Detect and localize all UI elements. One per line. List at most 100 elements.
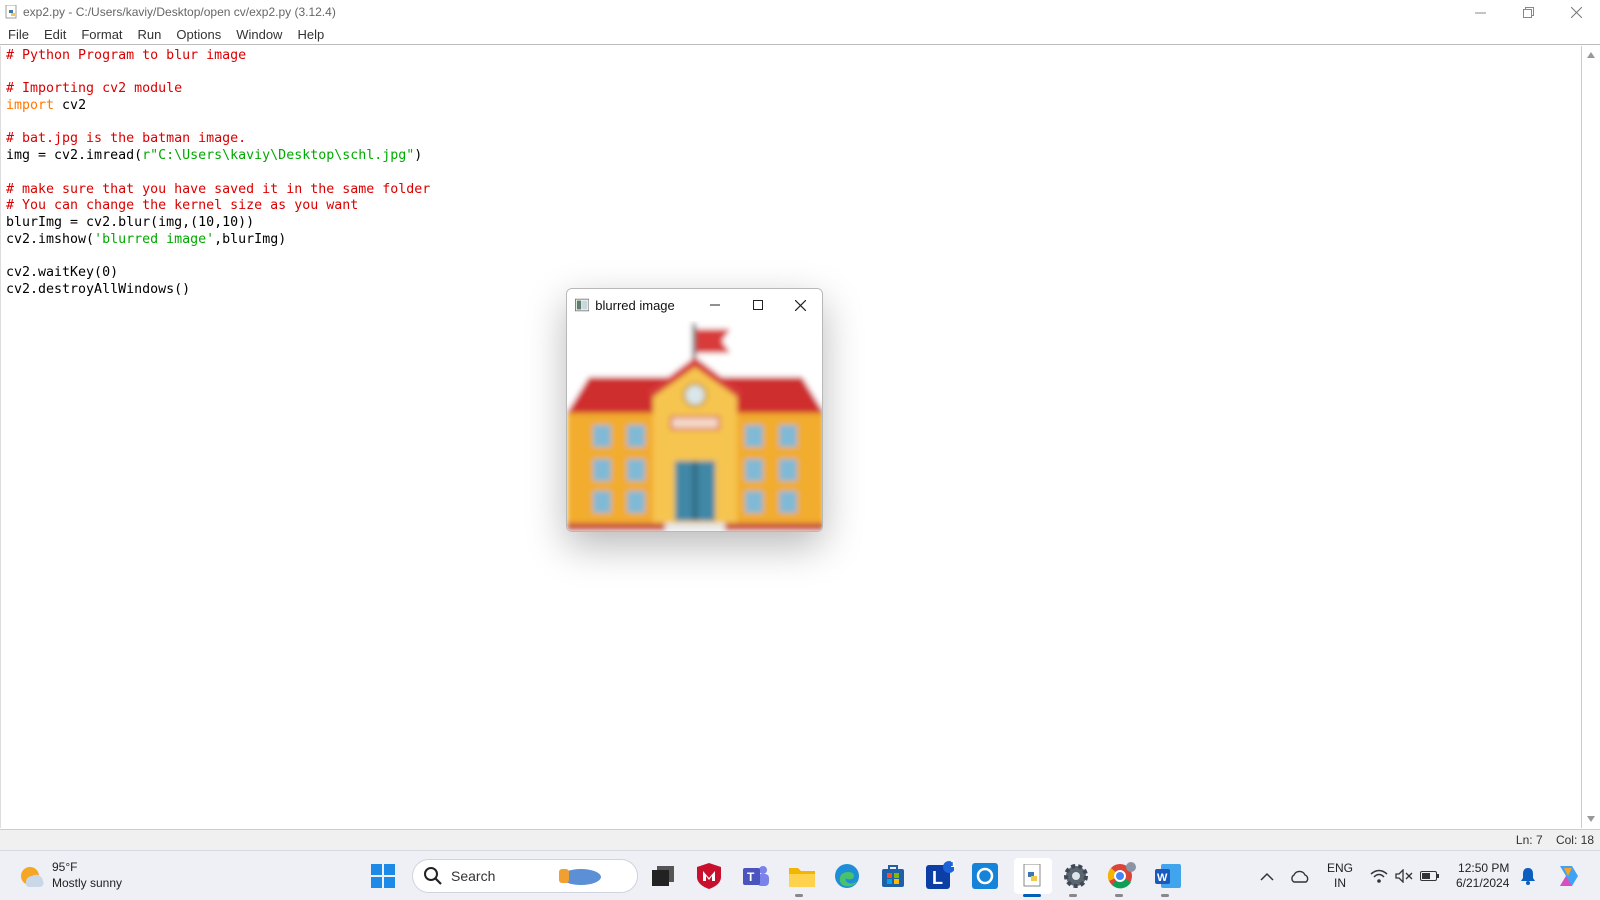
menu-format[interactable]: Format	[81, 27, 122, 42]
code-token: )	[414, 148, 423, 164]
task-view-icon	[652, 866, 674, 886]
code-text[interactable]: # Python Program to blur image # Importi…	[6, 48, 430, 298]
svg-text:T: T	[747, 870, 755, 884]
code-token: cv2.destroyAllWindows()	[6, 281, 191, 297]
code-line[interactable]: # bat.jpg is the batman image.	[6, 131, 430, 148]
language-bottom: IN	[1334, 876, 1346, 890]
close-icon	[795, 299, 807, 311]
code-token: # You can change the kernel size as you …	[6, 198, 359, 214]
code-token: # Importing cv2 module	[6, 81, 183, 97]
code-line[interactable]: cv2.waitKey(0)	[6, 265, 430, 282]
weather-widget[interactable]: 95°F Mostly sunny	[18, 859, 122, 891]
svg-text:W: W	[1157, 872, 1168, 884]
code-line[interactable]	[6, 248, 430, 265]
menu-window[interactable]: Window	[236, 27, 282, 42]
volume-tray[interactable]	[1395, 851, 1413, 900]
mcafee-app[interactable]	[693, 860, 725, 892]
menu-edit[interactable]: Edit	[44, 27, 66, 42]
wifi-icon	[1370, 869, 1388, 883]
status-bar: Ln: 7 Col: 18	[0, 829, 1600, 850]
settings-running-indicator	[1069, 894, 1077, 897]
microsoft-store-app[interactable]	[877, 860, 909, 892]
popup-close-button[interactable]	[779, 289, 822, 321]
minimize-icon	[709, 304, 720, 306]
weather-description: Mostly sunny	[52, 876, 123, 890]
minimize-button[interactable]	[1456, 0, 1504, 24]
code-token: r"C:\Users\kaviy\Desktop\schl.jpg"	[142, 148, 415, 164]
teams-icon: T	[743, 866, 769, 886]
mcafee-shield-icon	[697, 863, 721, 889]
scroll-up-arrow[interactable]	[1587, 52, 1595, 58]
blurred-image-window[interactable]: blurred image	[566, 288, 823, 532]
edge-app[interactable]	[831, 860, 863, 892]
menu-run[interactable]: Run	[138, 27, 162, 42]
copilot-tray[interactable]	[1554, 851, 1582, 900]
windows-logo-icon	[371, 864, 395, 888]
code-token: # Python Program to blur image	[6, 48, 247, 63]
volume-muted-icon	[1395, 869, 1413, 883]
code-line[interactable]	[6, 165, 430, 182]
taskbar-search[interactable]: Search	[412, 859, 638, 893]
menu-bar: File Edit Format Run Options Window Help	[0, 24, 1600, 45]
clock-time: 12:50 PM	[1458, 861, 1510, 875]
code-line[interactable]: import cv2	[6, 98, 430, 115]
system-tray	[1260, 851, 1274, 900]
edge-browser-icon	[835, 864, 859, 888]
explorer-running-indicator	[795, 894, 803, 897]
network-tray[interactable]	[1370, 851, 1388, 900]
notifications-tray[interactable]	[1520, 851, 1536, 900]
code-line[interactable]: # Importing cv2 module	[6, 81, 430, 98]
weather-temp: 95°F	[52, 860, 78, 874]
menu-options[interactable]: Options	[176, 27, 221, 42]
menu-help[interactable]: Help	[297, 27, 324, 42]
task-view-button[interactable]	[647, 860, 679, 892]
window-title: exp2.py - C:/Users/kaviy/Desktop/open cv…	[23, 5, 336, 19]
code-token: 'blurred image'	[94, 231, 215, 247]
restore-button[interactable]	[1504, 0, 1552, 24]
bell-icon	[1521, 868, 1535, 885]
start-button[interactable]	[367, 860, 399, 892]
code-line[interactable]: blurImg = cv2.blur(img,(10,10))	[6, 215, 430, 232]
menu-file[interactable]: File	[8, 27, 29, 42]
code-line[interactable]: # make sure that you have saved it in th…	[6, 182, 430, 199]
code-line[interactable]: # You can change the kernel size as you …	[6, 198, 430, 215]
file-explorer-app[interactable]	[786, 860, 818, 892]
word-app[interactable]: W	[1152, 860, 1184, 892]
popup-title: blurred image	[595, 297, 675, 313]
gear-icon	[1064, 864, 1088, 888]
settings-app[interactable]	[1060, 860, 1092, 892]
taskbar: 95°F Mostly sunny Search T L 1 W ENG IN …	[0, 850, 1600, 900]
code-line[interactable]: # Python Program to blur image	[6, 48, 430, 65]
code-line[interactable]	[6, 115, 430, 132]
code-token: img = cv2.imread(	[6, 148, 143, 164]
clock-date: 6/21/2024	[1456, 876, 1510, 890]
chevron-up-icon[interactable]	[1260, 871, 1274, 881]
popup-title-bar[interactable]: blurred image	[567, 289, 822, 321]
word-icon: W	[1155, 864, 1181, 888]
language-indicator[interactable]: ENG IN	[1327, 851, 1353, 900]
chrome-app[interactable]	[1106, 860, 1138, 892]
code-token: import	[6, 98, 55, 114]
code-line[interactable]: img = cv2.imread(r"C:\Users\kaviy\Deskto…	[6, 148, 430, 165]
close-button[interactable]	[1552, 0, 1600, 24]
cortana-app[interactable]	[969, 860, 1001, 892]
popup-minimize-button[interactable]	[693, 289, 736, 321]
teams-app[interactable]: T	[740, 860, 772, 892]
vertical-scrollbar[interactable]	[1582, 46, 1600, 828]
maximize-icon	[752, 300, 763, 310]
battery-tray[interactable]	[1420, 851, 1440, 900]
chrome-icon	[1107, 862, 1136, 889]
restore-icon	[1522, 6, 1534, 18]
clock[interactable]: 12:50 PM 6/21/2024	[1456, 851, 1509, 900]
svg-text:L: L	[932, 868, 943, 888]
code-line[interactable]: cv2.imshow('blurred image',blurImg)	[6, 232, 430, 249]
python-idle-app[interactable]	[1014, 858, 1052, 894]
code-token: cv2.waitKey(0)	[6, 264, 119, 280]
code-line[interactable]	[6, 65, 430, 82]
lenovo-app[interactable]: L 1	[923, 859, 956, 892]
copilot-icon	[1560, 866, 1578, 886]
onedrive-cloud-icon[interactable]	[1290, 869, 1310, 883]
code-line[interactable]: cv2.destroyAllWindows()	[6, 282, 430, 299]
scroll-down-arrow[interactable]	[1587, 816, 1595, 822]
popup-maximize-button[interactable]	[736, 289, 779, 321]
